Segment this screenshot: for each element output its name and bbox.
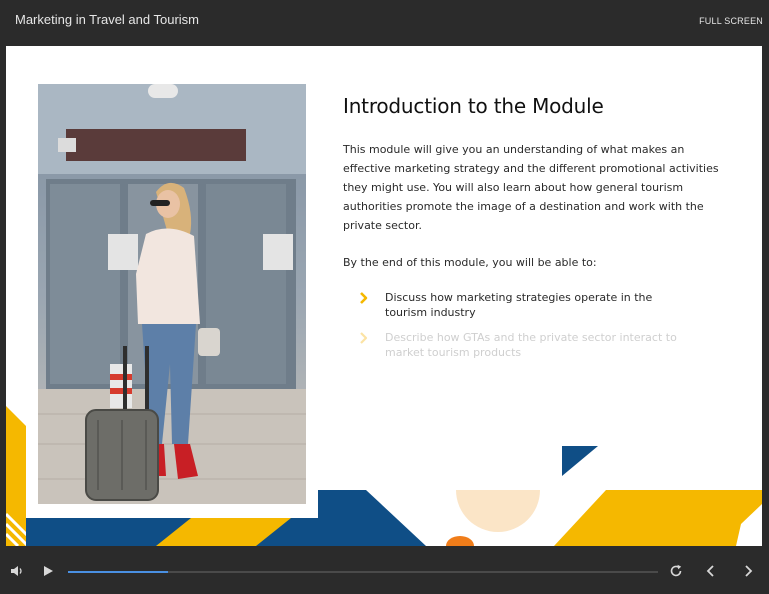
progress-bar[interactable] [68,571,658,573]
objectives-lead-in: By the end of this module, you will be a… [343,256,597,269]
photo-frame [26,74,318,518]
slide-title: Introduction to the Module [343,94,604,118]
next-icon[interactable] [740,563,756,579]
slide-content: Introduction to the Module This module w… [343,94,723,371]
course-title: Marketing in Travel and Tourism [15,12,200,27]
previous-icon[interactable] [703,563,719,579]
objective-text: Describe how GTAs and the private sector… [385,331,677,359]
objective-item: Discuss how marketing strategies operate… [343,291,683,320]
player-header: Marketing in Travel and Tourism FULL SCR… [0,0,769,44]
replay-icon[interactable] [668,563,684,579]
fullscreen-button[interactable]: FULL SCREEN [699,16,763,26]
traveler-photo [38,84,306,504]
objective-text: Discuss how marketing strategies operate… [385,291,653,319]
player-controls [0,549,769,594]
objective-item: Describe how GTAs and the private sector… [343,331,683,360]
chevron-right-icon [360,332,368,344]
objectives-list: Discuss how marketing strategies operate… [343,291,723,360]
chevron-right-icon [360,292,368,304]
volume-icon[interactable] [9,563,25,579]
intro-paragraph: This module will give you an understandi… [343,143,719,232]
slide: Introduction to the Module This module w… [6,46,762,546]
play-icon[interactable] [40,563,56,579]
progress-fill [68,571,169,573]
